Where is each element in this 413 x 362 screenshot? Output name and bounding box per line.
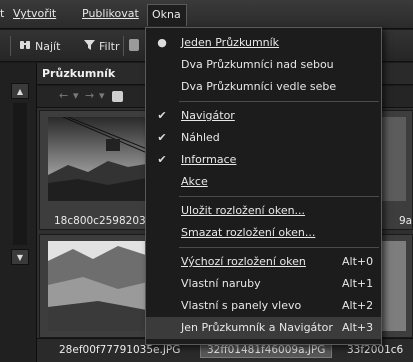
thumbnail-tile[interactable]: 18c800c25982032 [39, 110, 159, 230]
scroll-up-button[interactable]: ▲ [11, 83, 29, 99]
find-button[interactable]: Najít [19, 39, 60, 54]
menu-option-shortcut: Alt+2 [342, 299, 374, 312]
menu-item-okna[interactable]: Okna [147, 4, 187, 26]
toolbar-tool-button[interactable] [129, 39, 139, 51]
left-panel: ▲ ▼ [0, 63, 37, 362]
find-label: Najít [35, 40, 61, 53]
okna-dropdown-menu: ● Jeden Průzkumník Dva Průzkumníci nad s… [145, 27, 382, 345]
menu-label-vytvorit: Vytvořit [13, 7, 57, 20]
menu-label-publikovat: Publikovat [82, 7, 139, 20]
thumbnail-tile[interactable] [39, 234, 159, 338]
menu-item-vytvorit[interactable]: Vytvořit [13, 7, 56, 20]
menu-item-partial[interactable]: t [0, 7, 4, 20]
dropdown-arrow-icon[interactable]: ▾ [99, 89, 105, 102]
check-icon: ✔ [157, 152, 167, 166]
panel-title: Průzkumník [42, 67, 116, 80]
menu-option-label: Akce [181, 175, 208, 188]
binoculars-icon [19, 39, 31, 54]
triangle-up-icon: ▲ [16, 86, 24, 96]
menu-option-label: Vlastní s panely vlevo [181, 299, 302, 312]
forward-arrow-icon[interactable]: → [85, 89, 94, 102]
menu-option-shortcut: Alt+0 [342, 255, 374, 268]
menu-option-nahled[interactable]: ✔ Náhled [146, 127, 381, 149]
menu-option-label: Vlastní naruby [181, 277, 261, 290]
menu-option-shortcut: Alt+3 [342, 321, 374, 334]
menu-option-akce[interactable]: Akce [146, 171, 381, 193]
menu-option-ulozit-rozlozeni[interactable]: Uložit rozložení oken... [146, 200, 381, 222]
menubar: t Vytvořit Publikovat Okna [0, 0, 413, 29]
menu-divider [179, 247, 379, 248]
menu-option-label: Uložit rozložení oken... [181, 204, 306, 217]
menu-option-label: Dva Průzkumníci vedle sebe [181, 80, 337, 93]
menu-divider [179, 196, 379, 197]
menu-option-label: Náhled [181, 131, 220, 144]
menu-option-label: Jen Průzkumník a Navigátor [181, 321, 333, 334]
scrollbar-track[interactable] [13, 103, 27, 245]
menu-option-navigator[interactable]: ✔ Navigátor [146, 105, 381, 127]
filename-label[interactable]: 28ef00f77791035e.JPG [59, 344, 180, 356]
check-icon: ✔ [157, 108, 167, 122]
filter-label: Filtr [99, 40, 120, 53]
menu-option-jen-pruzkumnik-navigator[interactable]: Jen Průzkumník a Navigátor Alt+3 [146, 317, 381, 339]
menu-option-label: Jeden Průzkumník [181, 36, 280, 49]
menu-option-label: Navigátor [181, 109, 235, 122]
menu-item-publikovat[interactable]: Publikovat [82, 7, 139, 20]
menu-option-label: Informace [181, 153, 237, 166]
filename-label[interactable]: 33f2001c6 [347, 344, 403, 356]
menu-option-label: Výchozí rozložení oken [181, 255, 306, 268]
radio-dot-icon: ● [157, 35, 167, 49]
scroll-down-button[interactable]: ▼ [11, 249, 29, 265]
thumbnail-caption: 9a [399, 215, 413, 227]
photo-thumbnail [48, 117, 152, 201]
menu-option-vlastni-panely-vlevo[interactable]: Vlastní s panely vlevo Alt+2 [146, 295, 381, 317]
filter-icon [84, 39, 95, 54]
menu-option-informace[interactable]: ✔ Informace [146, 149, 381, 171]
filter-button[interactable]: Filtr [84, 39, 119, 54]
menu-option-smazat-rozlozeni[interactable]: Smazat rozložení oken... [146, 222, 381, 244]
tool-icon [129, 39, 139, 51]
triangle-down-icon: ▼ [16, 252, 24, 262]
menu-option-vychozi-rozlozeni[interactable]: Výchozí rozložení oken Alt+0 [146, 251, 381, 273]
menu-option-shortcut: Alt+1 [342, 277, 374, 290]
menu-option-vlastni-naruby[interactable]: Vlastní naruby Alt+1 [146, 273, 381, 295]
menu-option-jeden-pruzkumnik[interactable]: ● Jeden Průzkumník [146, 32, 381, 54]
dropdown-arrow-icon[interactable]: ▾ [73, 89, 79, 102]
photo-thumbnail [48, 241, 152, 331]
toolbar-separator [123, 36, 124, 56]
check-icon: ✔ [157, 130, 167, 144]
menu-label-okna: Okna [152, 8, 181, 21]
toolbar-separator [10, 36, 11, 56]
menu-option-dva-nad-sebou[interactable]: Dva Průzkumníci nad sebou [146, 54, 381, 76]
menu-option-dva-vedle-sebe[interactable]: Dva Průzkumníci vedle sebe [146, 76, 381, 98]
menu-option-label: Smazat rozložení oken... [181, 226, 316, 239]
menu-option-label: Dva Průzkumníci nad sebou [181, 58, 334, 71]
menu-divider [179, 101, 379, 102]
back-arrow-icon[interactable]: ← [59, 89, 68, 102]
folder-up-icon[interactable] [112, 91, 123, 102]
